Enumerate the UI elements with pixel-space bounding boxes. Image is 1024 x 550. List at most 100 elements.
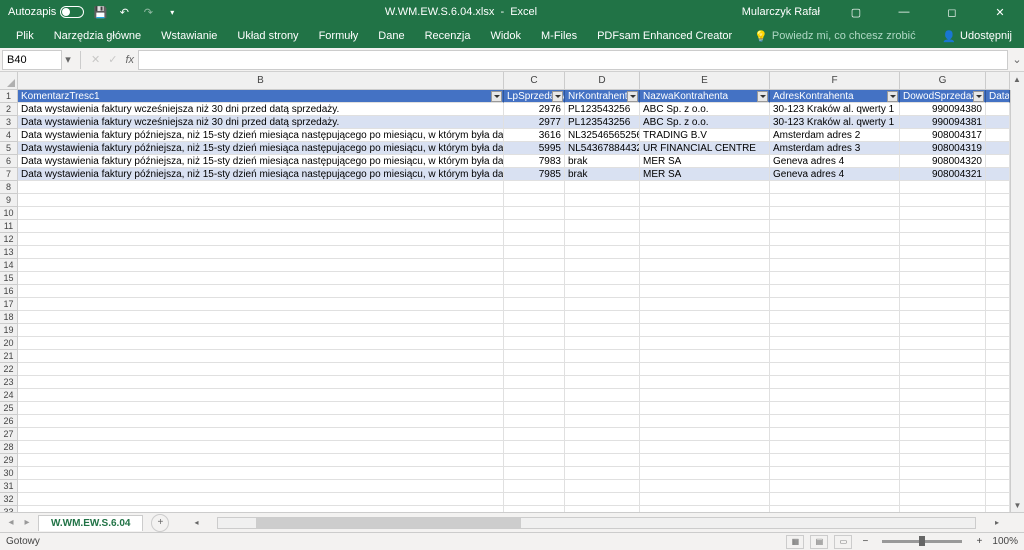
filter-button[interactable] [627,91,638,102]
cell-E18[interactable] [640,311,770,324]
tab-review[interactable]: Recenzja [415,26,481,46]
row-header-20[interactable]: 20 [0,337,17,350]
ribbon-display-icon[interactable]: ▢ [836,0,876,24]
cell-B14[interactable] [18,259,504,272]
cell-G5[interactable]: 908004319 [900,142,986,155]
row-header-27[interactable]: 27 [0,428,17,441]
cell-G15[interactable] [900,272,986,285]
tab-mfiles[interactable]: M-Files [531,26,587,46]
cell-B15[interactable] [18,272,504,285]
row-header-3[interactable]: 3 [0,116,17,129]
row-header-32[interactable]: 32 [0,493,17,506]
view-page-break-icon[interactable]: ▭ [834,535,852,549]
cell-D13[interactable] [565,246,640,259]
row-header-16[interactable]: 16 [0,285,17,298]
col-header-G[interactable]: G [900,72,986,89]
tab-insert[interactable]: Wstawianie [151,26,227,46]
table-header-C[interactable]: LpSprzedazy [504,90,565,103]
cell-C15[interactable] [504,272,565,285]
cell-B23[interactable] [18,376,504,389]
cell-H7[interactable] [986,168,1010,181]
cell-C31[interactable] [504,480,565,493]
row-header-9[interactable]: 9 [0,194,17,207]
cell-B20[interactable] [18,337,504,350]
cell-C22[interactable] [504,363,565,376]
col-header-partial[interactable] [986,72,1010,89]
cell-D17[interactable] [565,298,640,311]
cell-F27[interactable] [770,428,900,441]
cell-B30[interactable] [18,467,504,480]
sheet-tab-active[interactable]: W.WM.EW.S.6.04 [38,515,143,531]
cell-C20[interactable] [504,337,565,350]
maximize-button[interactable]: ◻ [932,0,972,24]
cell-G25[interactable] [900,402,986,415]
cell-E13[interactable] [640,246,770,259]
row-header-10[interactable]: 10 [0,207,17,220]
cell-C4[interactable]: 3616 [504,129,565,142]
cell-C2[interactable]: 2976 [504,103,565,116]
cell-G24[interactable] [900,389,986,402]
cell-G31[interactable] [900,480,986,493]
cell-D8[interactable] [565,181,640,194]
cell-D3[interactable]: PL123543256 [565,116,640,129]
cell-H25[interactable] [986,402,1010,415]
cell-H17[interactable] [986,298,1010,311]
cell-F23[interactable] [770,376,900,389]
cell-G14[interactable] [900,259,986,272]
cell-F30[interactable] [770,467,900,480]
cell-D26[interactable] [565,415,640,428]
cell-H32[interactable] [986,493,1010,506]
tab-pdfsam[interactable]: PDFsam Enhanced Creator [587,26,742,46]
cell-G33[interactable] [900,506,986,512]
cell-H5[interactable] [986,142,1010,155]
cell-B29[interactable] [18,454,504,467]
cell-H20[interactable] [986,337,1010,350]
cell-E5[interactable]: UR FINANCIAL CENTRE [640,142,770,155]
cell-C30[interactable] [504,467,565,480]
row-header-13[interactable]: 13 [0,246,17,259]
cell-F25[interactable] [770,402,900,415]
cell-F21[interactable] [770,350,900,363]
cell-F29[interactable] [770,454,900,467]
scroll-down-icon[interactable]: ▼ [1011,498,1024,512]
col-header-E[interactable]: E [640,72,770,89]
cell-D30[interactable] [565,467,640,480]
tab-home[interactable]: Narzędzia główne [44,26,151,46]
cell-C29[interactable] [504,454,565,467]
cell-F8[interactable] [770,181,900,194]
cell-G23[interactable] [900,376,986,389]
cell-G27[interactable] [900,428,986,441]
cell-E8[interactable] [640,181,770,194]
horizontal-scrollbar[interactable] [217,517,976,529]
cell-B9[interactable] [18,194,504,207]
cell-C28[interactable] [504,441,565,454]
tab-data[interactable]: Dane [368,26,414,46]
row-header-33[interactable]: 33 [0,506,17,512]
cell-C11[interactable] [504,220,565,233]
cell-B19[interactable] [18,324,504,337]
row-header-14[interactable]: 14 [0,259,17,272]
cell-G4[interactable]: 908004317 [900,129,986,142]
cell-E26[interactable] [640,415,770,428]
cell-H3[interactable] [986,116,1010,129]
cell-E27[interactable] [640,428,770,441]
cell-H4[interactable] [986,129,1010,142]
cell-E3[interactable]: ABC Sp. z o.o. [640,116,770,129]
cell-E22[interactable] [640,363,770,376]
cell-C10[interactable] [504,207,565,220]
select-all-button[interactable] [0,72,18,90]
cell-E31[interactable] [640,480,770,493]
cell-G29[interactable] [900,454,986,467]
save-icon[interactable]: 💾 [92,4,108,20]
zoom-level[interactable]: 100% [992,536,1018,547]
cell-D10[interactable] [565,207,640,220]
name-box[interactable]: B40 [2,50,62,70]
cell-D29[interactable] [565,454,640,467]
cell-C7[interactable]: 7985 [504,168,565,181]
cell-F26[interactable] [770,415,900,428]
cell-E30[interactable] [640,467,770,480]
cell-D20[interactable] [565,337,640,350]
cell-F22[interactable] [770,363,900,376]
cell-E10[interactable] [640,207,770,220]
cell-E21[interactable] [640,350,770,363]
